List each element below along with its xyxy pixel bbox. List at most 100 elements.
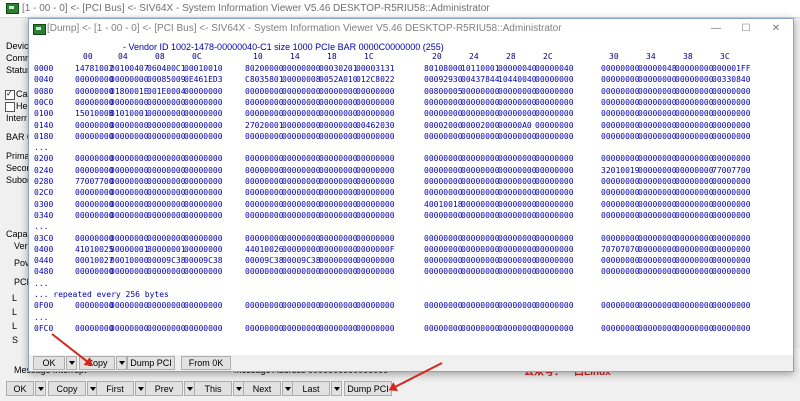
hex-note: ...	[34, 143, 49, 153]
hex-dump-table: 00 04 08 0C 10 14 18 1C 20 24 28 2C 30 34 38 3C 0000 1478…	[29, 52, 793, 352]
background-prev-button[interactable]: Prev	[145, 381, 183, 396]
hex-cell: 00000000	[282, 177, 321, 186]
hex-cell: 00000048	[638, 64, 677, 73]
background-last-button[interactable]: Last	[292, 381, 330, 396]
hex-cell: 00000000	[184, 233, 223, 243]
hex-cell: 00000000	[147, 97, 186, 107]
background-copy-button[interactable]: Copy	[48, 381, 86, 396]
chevron-down-icon[interactable]	[35, 381, 46, 396]
hex-cell: 00009C38	[245, 256, 284, 266]
hex-cell: 00000A0	[498, 120, 532, 130]
hex-cell: 00000000	[356, 177, 395, 186]
hex-cell: 00000000	[75, 154, 114, 164]
hex-cell: 00085009	[147, 75, 186, 85]
hex-column-header: 00	[83, 52, 93, 61]
hex-cell: 00000000	[356, 267, 395, 277]
hex-cell: 00000000	[356, 323, 395, 333]
maximize-icon[interactable]: ☐	[739, 23, 753, 34]
hex-cell: 00000000	[110, 323, 149, 333]
background-dump-pci-button[interactable]: Dump PCI	[344, 381, 392, 396]
hex-cell: 00000000	[245, 233, 284, 243]
hex-cell: 00000000	[356, 233, 395, 243]
hex-cell: 00000000	[184, 86, 223, 96]
chevron-down-icon[interactable]	[116, 356, 127, 370]
close-icon[interactable]: ✕	[769, 23, 783, 34]
minimize-icon[interactable]: —	[709, 23, 723, 34]
hex-cell: 00000000	[535, 120, 574, 130]
hex-cell: 00000000	[110, 120, 149, 130]
background-ok-button[interactable]: OK	[6, 381, 34, 396]
chevron-down-icon[interactable]	[331, 381, 342, 396]
hex-row: 0240 00000000 00000000 00000000 00000000 0000…	[29, 166, 793, 176]
background-this-button[interactable]: This	[194, 381, 232, 396]
hex-cell: 00000000	[147, 301, 186, 311]
hex-cell: 00000000	[535, 97, 574, 107]
hex-cell: 00100407	[110, 64, 149, 73]
hex-note: ...	[34, 312, 49, 322]
hex-offset: 0140	[34, 120, 54, 130]
background-checkbox[interactable]	[5, 102, 15, 112]
dump-ok-button[interactable]: OK	[33, 356, 65, 370]
hex-cell: 80000001	[110, 244, 149, 254]
hex-cell: 00000000	[424, 109, 463, 119]
background-next-button[interactable]: Next	[243, 381, 281, 396]
hex-cell: 00009C38	[147, 256, 186, 266]
hex-cell: 00000000	[535, 267, 574, 277]
hex-cell: 00000000	[675, 244, 714, 254]
hex-cell: 00000000	[461, 301, 500, 311]
hex-offset: 0280	[34, 177, 54, 186]
hex-cell: 00000000	[147, 210, 186, 220]
hex-cell: 00000000	[245, 188, 284, 198]
hex-cell: 00000000	[675, 154, 714, 164]
hex-cell: 00000000	[319, 86, 358, 96]
hex-cell: 00000000	[712, 120, 751, 130]
hex-cell: 14781002	[75, 64, 114, 73]
hex-cell: 0E461ED3	[184, 75, 223, 85]
hex-cell: 00000000	[638, 131, 677, 141]
hex-cell: 00000000	[319, 188, 358, 198]
hex-offset: 03C0	[34, 233, 54, 243]
hex-cell: 00000000	[461, 267, 500, 277]
hex-cell: 00000000	[184, 188, 223, 198]
hex-note-row: ... repeated every 256 bytes	[29, 290, 793, 300]
background-checkbox[interactable]	[5, 89, 15, 100]
hex-cell: 00000000	[110, 233, 149, 243]
hex-cell: 00000000	[245, 165, 284, 175]
hex-row: 0100 1501000B 01010001 00000000 00000000 0000…	[29, 109, 793, 119]
hex-cell: 00000000	[601, 323, 640, 333]
dump-from-0k-button[interactable]: From 0K	[181, 356, 231, 370]
hex-cell: 00000000	[638, 188, 677, 198]
background-first-button[interactable]: First	[96, 381, 134, 396]
hex-cell: 00000000	[675, 301, 714, 311]
hex-cell: 00000000	[110, 131, 149, 141]
dump-dump-pci-button[interactable]: Dump PCI	[127, 356, 175, 370]
hex-cell: 00002000	[461, 120, 500, 130]
hex-cell: 00000000	[675, 97, 714, 107]
hex-cell: 00000000	[245, 109, 284, 119]
hex-cell: 00000000	[601, 256, 640, 266]
hex-cell: 00000000	[535, 256, 574, 266]
hex-cell: 00000000	[356, 301, 395, 311]
hex-cell: 77007700	[712, 165, 751, 175]
hex-cell: 00000000	[147, 188, 186, 198]
hex-cell: 00000000	[535, 86, 574, 96]
hex-note: ...	[34, 278, 49, 288]
hex-cell: 00000000	[356, 86, 395, 96]
hex-cell: 00000000	[110, 154, 149, 164]
hex-cell: 00000000	[184, 97, 223, 107]
hex-cell: 00462030	[356, 120, 395, 130]
hex-row: 0040 00000000 00000000 00085009 0E461ED3 C803…	[29, 75, 793, 85]
hex-cell: 00000000	[424, 165, 463, 175]
hex-cell: 00000000	[638, 165, 677, 175]
hex-cell: 00000000	[675, 109, 714, 119]
hex-cell: 10110001	[461, 64, 500, 73]
hex-cell: 32010019	[601, 165, 640, 175]
hex-cell: 00000000	[282, 109, 321, 119]
hex-cell: 00000000	[638, 86, 677, 96]
hex-cell: 00000000	[184, 323, 223, 333]
hex-cell: 00000000	[282, 210, 321, 220]
hex-cell: 0180001E	[110, 86, 149, 96]
hex-cell: 00003131	[356, 64, 395, 73]
hex-cell: 00000000	[319, 165, 358, 175]
chevron-down-icon[interactable]	[66, 356, 77, 370]
